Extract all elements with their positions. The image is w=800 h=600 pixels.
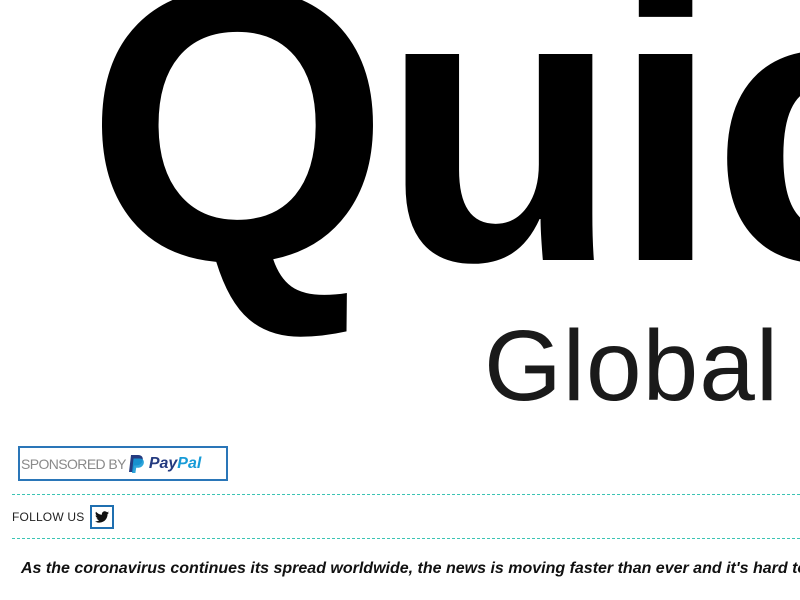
paypal-wordmark: PayPal <box>149 455 201 473</box>
paypal-icon <box>128 454 144 473</box>
divider-bottom <box>12 538 800 539</box>
follow-us: FOLLOW US <box>12 505 115 529</box>
divider-top <box>12 494 800 495</box>
twitter-icon <box>95 511 110 523</box>
follow-us-label: FOLLOW US <box>12 510 85 524</box>
sponsor-label: SPONSORED BY <box>21 455 126 472</box>
sponsor-banner[interactable]: SPONSORED BY PayPal <box>18 446 228 481</box>
site-logo[interactable]: Quic Global <box>0 0 800 440</box>
article-intro: As the coronavirus continues its spread … <box>21 560 800 577</box>
twitter-button[interactable] <box>90 505 115 529</box>
paypal-wordmark-pay: Pay <box>148 454 178 472</box>
logo-tagline: Global <box>484 310 780 422</box>
paypal-wordmark-pal: Pal <box>177 454 202 472</box>
logo-wordmark: Quic <box>86 0 800 343</box>
page: Quic Global SPONSORED BY PayPal FOLLOW U… <box>0 0 800 600</box>
